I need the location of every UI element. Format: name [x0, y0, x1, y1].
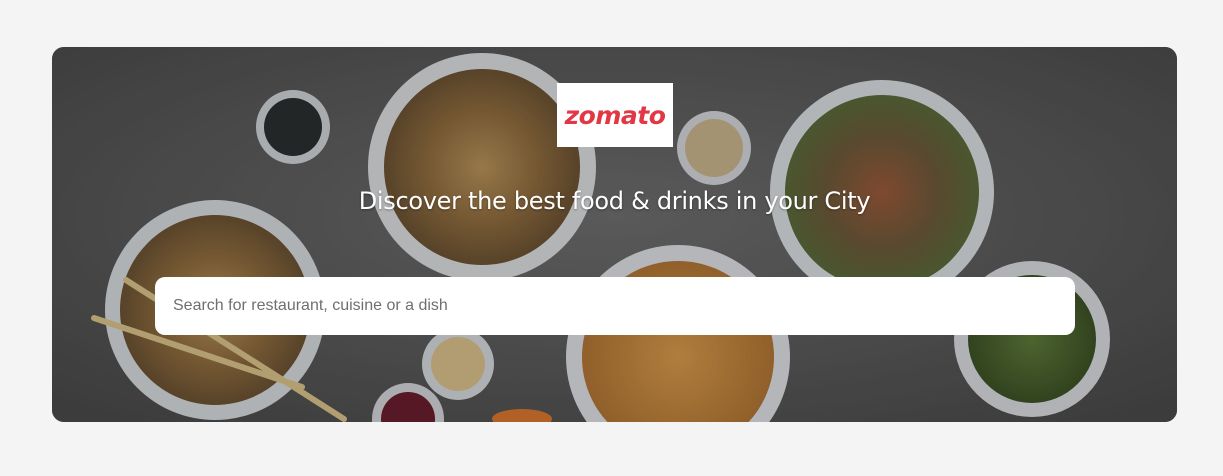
zomato-logo[interactable]: zomato	[557, 83, 673, 147]
search-bar[interactable]	[155, 277, 1075, 335]
search-input[interactable]	[155, 277, 1075, 335]
hero-tagline: Discover the best food & drinks in your …	[358, 187, 871, 215]
hero-banner: zomato Discover the best food & drinks i…	[52, 47, 1177, 422]
logo-text: zomato	[564, 100, 666, 130]
